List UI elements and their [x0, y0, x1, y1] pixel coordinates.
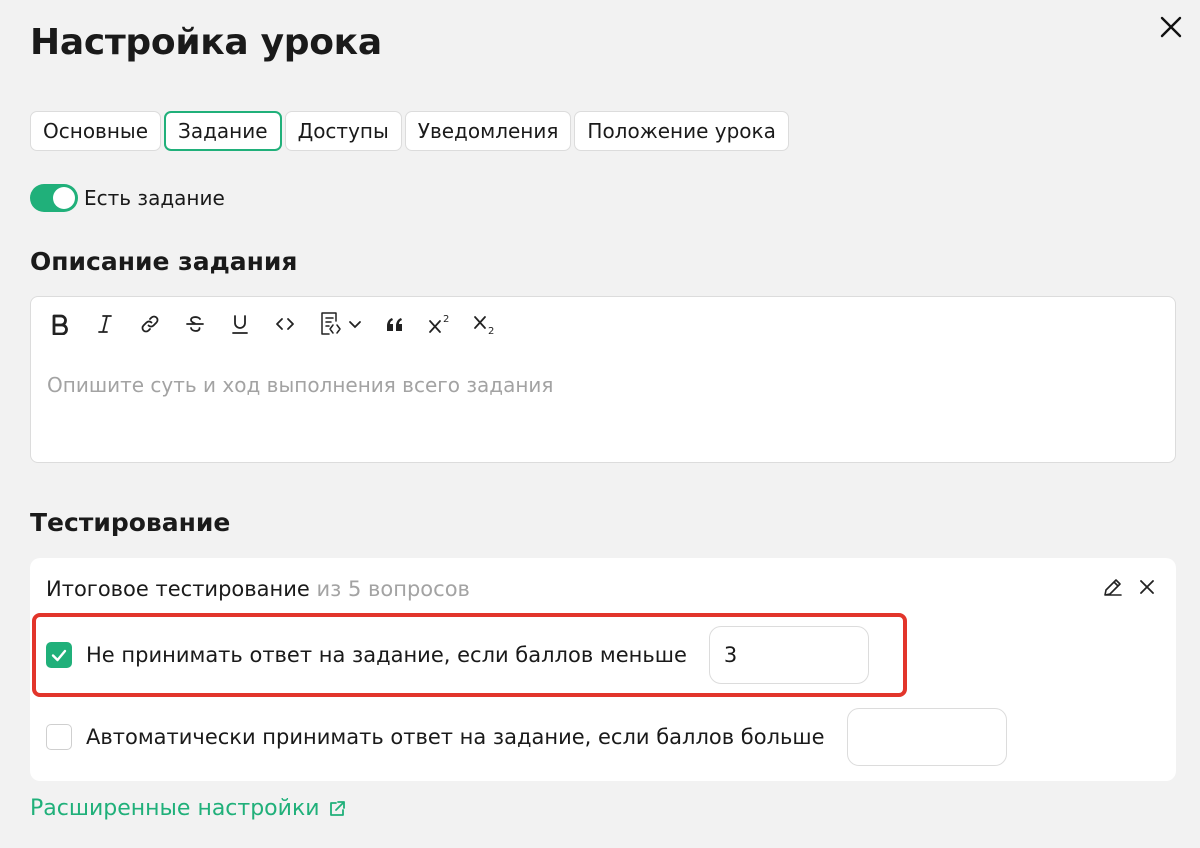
task-toggle-row: Есть задание [30, 184, 225, 212]
tab-access[interactable]: Доступы [284, 111, 402, 151]
strikethrough-button[interactable] [178, 307, 212, 341]
superscript-button[interactable]: 2 [423, 307, 457, 341]
quote-icon [387, 318, 402, 331]
auto-accept-checkbox[interactable] [46, 724, 72, 750]
link-button[interactable] [133, 307, 167, 341]
code-button[interactable] [268, 307, 302, 341]
code-block-icon [321, 312, 341, 335]
strikethrough-icon [186, 316, 204, 332]
subscript-icon: 2 [474, 316, 494, 335]
description-heading: Описание задания [30, 247, 298, 276]
page-title: Настройка урока [30, 22, 382, 63]
min-score-rule: Не принимать ответ на задание, если балл… [46, 626, 869, 684]
svg-text:2: 2 [443, 314, 449, 325]
close-icon [1160, 16, 1182, 38]
auto-accept-input[interactable] [846, 708, 1007, 766]
test-name: Итоговое тестирование [46, 577, 310, 601]
underline-icon [232, 315, 248, 334]
link-icon [141, 315, 159, 333]
advanced-settings-link[interactable]: Расширенные настройки [30, 796, 346, 821]
test-card: Итоговое тестирование из 5 вопросов Не п… [30, 558, 1176, 781]
advanced-settings-label: Расширенные настройки [30, 796, 320, 821]
underline-button[interactable] [223, 307, 257, 341]
test-question-count: из 5 вопросов [316, 577, 470, 601]
task-toggle[interactable] [30, 184, 78, 212]
toggle-knob [53, 187, 75, 209]
italic-button[interactable] [88, 307, 122, 341]
editor-toolbar: 2 2 [43, 307, 513, 341]
close-icon [1140, 580, 1154, 594]
edit-test-button[interactable] [1100, 574, 1126, 600]
auto-accept-label: Автоматически принимать ответ на задание… [86, 725, 825, 749]
code-block-button[interactable] [313, 307, 367, 341]
description-editor[interactable]: 2 2 Опишите суть и ход выполнения всего … [30, 296, 1176, 463]
tab-bar: Основные Задание Доступы Уведомления Пол… [30, 111, 789, 151]
test-title: Итоговое тестирование из 5 вопросов [46, 577, 470, 601]
bold-button[interactable] [43, 307, 77, 341]
quote-button[interactable] [378, 307, 412, 341]
subscript-button[interactable]: 2 [468, 307, 502, 341]
task-toggle-label: Есть задание [84, 186, 225, 210]
superscript-icon: 2 [429, 314, 449, 333]
pencil-icon [1104, 579, 1122, 596]
tab-task[interactable]: Задание [164, 111, 282, 151]
description-placeholder[interactable]: Опишите суть и ход выполнения всего зада… [47, 373, 553, 397]
remove-test-button[interactable] [1134, 574, 1160, 600]
code-icon [276, 318, 294, 330]
tab-basic[interactable]: Основные [30, 111, 162, 151]
italic-icon [98, 315, 112, 333]
tab-lesson-position[interactable]: Положение урока [574, 111, 789, 151]
close-button[interactable] [1156, 12, 1186, 42]
bold-icon [52, 314, 68, 335]
chevron-down-icon [349, 321, 361, 329]
check-icon [51, 649, 67, 662]
tab-notifications[interactable]: Уведомления [404, 111, 572, 151]
min-score-checkbox[interactable] [46, 642, 72, 668]
auto-accept-rule: Автоматически принимать ответ на задание… [46, 708, 1007, 766]
testing-heading: Тестирование [30, 508, 231, 537]
min-score-input[interactable] [708, 626, 869, 684]
svg-text:2: 2 [488, 326, 494, 335]
min-score-label: Не принимать ответ на задание, если балл… [86, 643, 687, 667]
external-link-icon [329, 800, 345, 816]
